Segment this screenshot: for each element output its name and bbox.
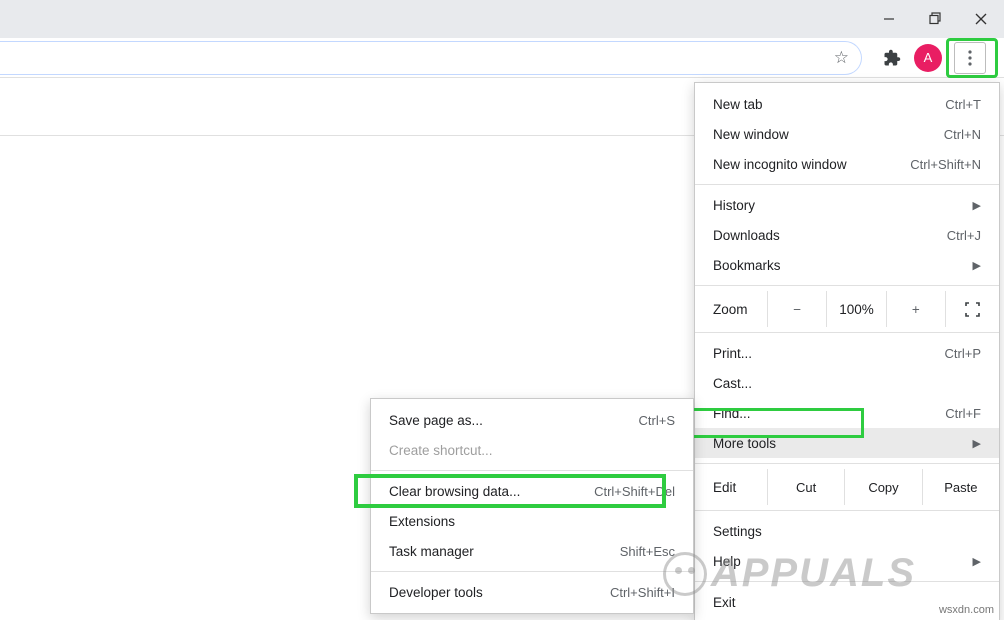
menu-new-window[interactable]: New windowCtrl+N [695,119,999,149]
window-close-button[interactable] [958,0,1004,38]
menu-edit: Edit Cut Copy Paste [695,469,999,505]
submenu-save-page[interactable]: Save page as...Ctrl+S [371,405,693,435]
menu-separator [695,285,999,286]
zoom-in-button[interactable]: + [886,291,945,327]
menu-cast[interactable]: Cast... [695,368,999,398]
menu-bookmarks[interactable]: Bookmarks▶ [695,250,999,280]
submenu-developer-tools[interactable]: Developer toolsCtrl+Shift+I [371,577,693,607]
menu-separator [695,332,999,333]
menu-history[interactable]: History▶ [695,190,999,220]
menu-settings[interactable]: Settings [695,516,999,546]
menu-separator [695,463,999,464]
zoom-out-button[interactable]: − [767,291,826,327]
more-menu-button[interactable] [954,42,986,74]
menu-new-tab[interactable]: New tabCtrl+T [695,89,999,119]
profile-avatar[interactable]: A [914,44,942,72]
edit-paste[interactable]: Paste [922,469,999,505]
menu-separator [695,184,999,185]
menu-print[interactable]: Print...Ctrl+P [695,338,999,368]
menu-help[interactable]: Help▶ [695,546,999,576]
chevron-right-icon: ▶ [973,259,981,272]
menu-separator [371,470,693,471]
chevron-right-icon: ▶ [973,437,981,450]
menu-new-incognito[interactable]: New incognito windowCtrl+Shift+N [695,149,999,179]
more-tools-submenu: Save page as...Ctrl+S Create shortcut...… [370,398,694,614]
chevron-right-icon: ▶ [973,199,981,212]
edit-copy[interactable]: Copy [844,469,921,505]
submenu-clear-browsing-data[interactable]: Clear browsing data...Ctrl+Shift+Del [371,476,693,506]
window-minimize-button[interactable] [866,0,912,38]
bookmark-star-icon[interactable]: ☆ [834,48,849,68]
menu-separator [695,510,999,511]
zoom-level: 100% [826,291,885,327]
chevron-right-icon: ▶ [973,555,981,568]
submenu-task-manager[interactable]: Task managerShift+Esc [371,536,693,566]
menu-zoom: Zoom − 100% + [695,291,999,327]
submenu-create-shortcut: Create shortcut... [371,435,693,465]
submenu-extensions[interactable]: Extensions [371,506,693,536]
window-maximize-button[interactable] [912,0,958,38]
edit-cut[interactable]: Cut [767,469,844,505]
menu-downloads[interactable]: DownloadsCtrl+J [695,220,999,250]
menu-find[interactable]: Find...Ctrl+F [695,398,999,428]
address-bar[interactable]: ☆ [0,41,862,75]
domain-text: wsxdn.com [939,604,994,616]
browser-toolbar: ☆ A [0,38,1004,78]
menu-separator [695,581,999,582]
menu-separator [371,571,693,572]
fullscreen-button[interactable] [945,291,999,327]
extensions-icon[interactable] [878,44,906,72]
chrome-main-menu: New tabCtrl+T New windowCtrl+N New incog… [694,82,1000,620]
more-button-highlight [946,38,998,78]
window-titlebar [0,0,1004,38]
menu-more-tools[interactable]: More tools▶ [695,428,999,458]
